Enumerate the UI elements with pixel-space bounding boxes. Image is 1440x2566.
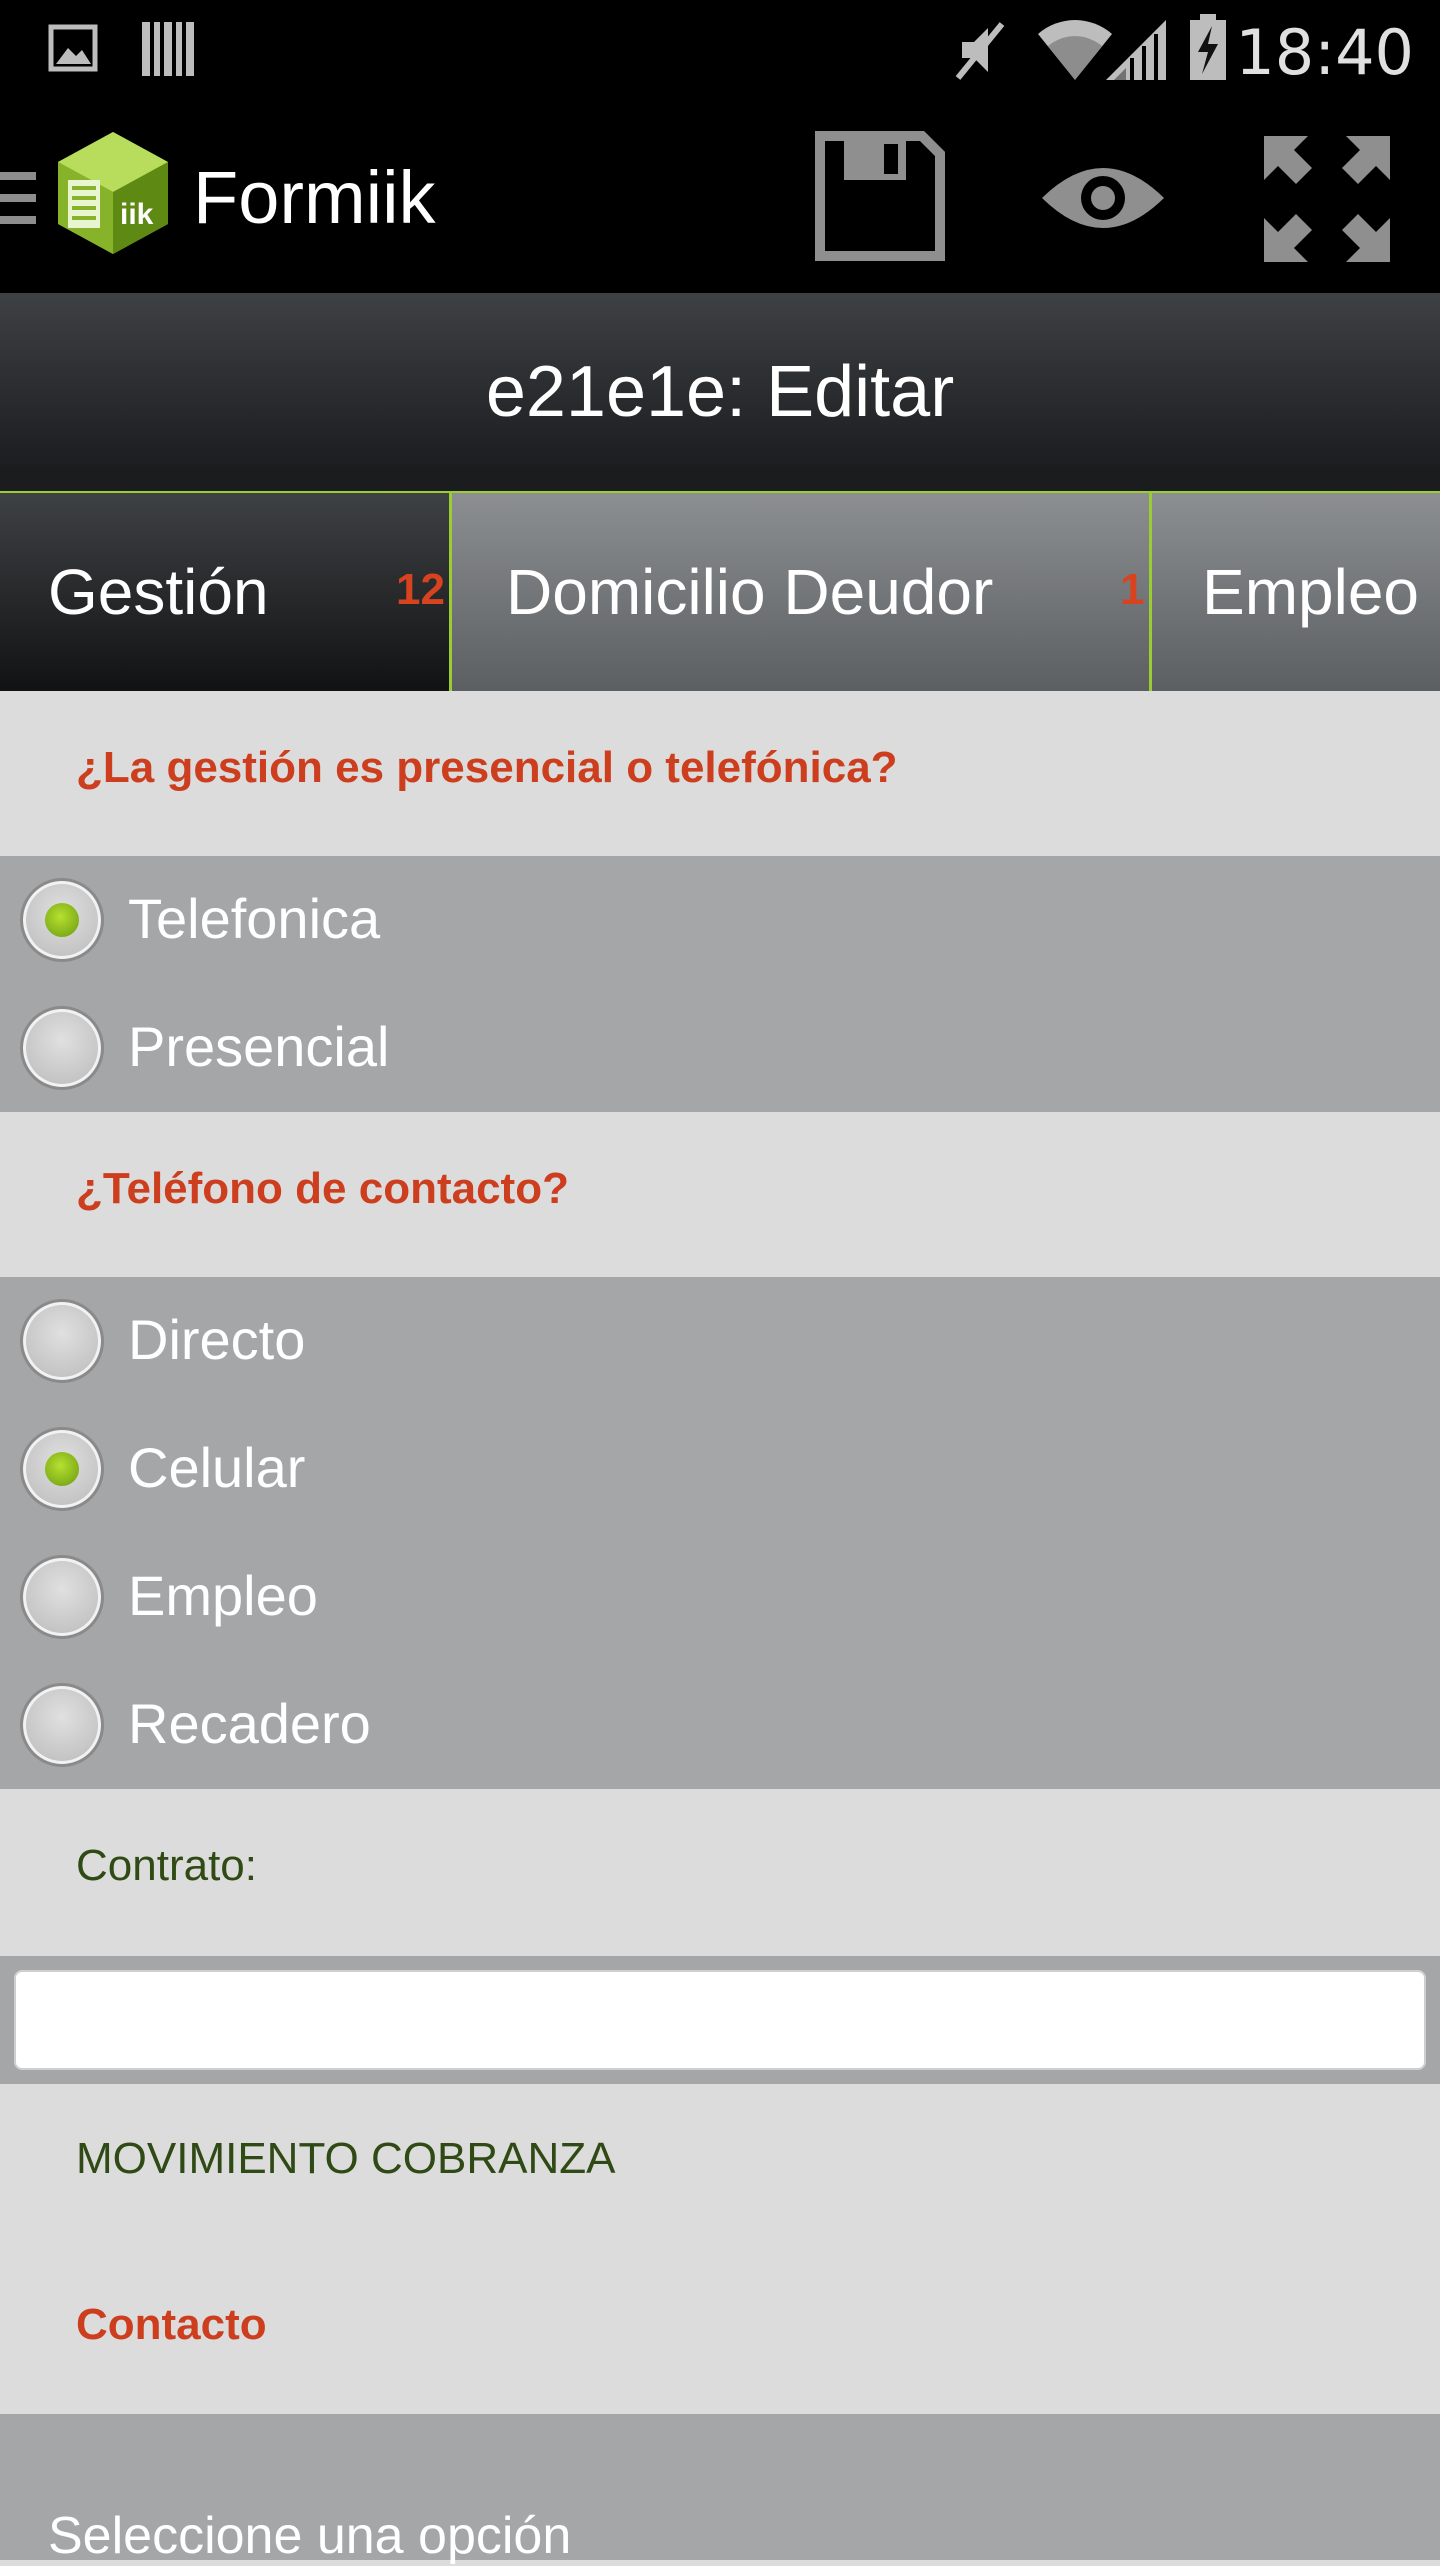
battery-charging-icon bbox=[1190, 14, 1226, 80]
radio-group: Telefonica Presencial bbox=[0, 856, 1440, 1112]
radio-option-empleo[interactable]: Empleo bbox=[0, 1533, 1440, 1661]
radio-option-celular[interactable]: Celular bbox=[0, 1405, 1440, 1533]
signal-icon bbox=[1106, 20, 1166, 80]
drawer-menu-icon[interactable] bbox=[0, 168, 40, 228]
wifi-icon bbox=[1038, 20, 1112, 80]
action-bar: iik Formiik bbox=[0, 100, 1440, 293]
tab-bar: Gestión 12 Domicilio Deudor 1 Empleo I bbox=[0, 493, 1440, 691]
svg-text:iik: iik bbox=[120, 198, 154, 231]
question-label: ¿Teléfono de contacto? bbox=[76, 1164, 569, 1213]
tab-domicilio-deudor[interactable]: Domicilio Deudor 1 bbox=[452, 493, 1152, 691]
page-title: e21e1e: Editar bbox=[0, 293, 1440, 493]
radio-label: Telefonica bbox=[128, 887, 381, 950]
radio-option-recadero[interactable]: Recadero bbox=[0, 1661, 1440, 1789]
section-heading: MOVIMIENTO COBRANZA bbox=[76, 2134, 616, 2183]
tab-badge: 1 bbox=[1120, 565, 1145, 614]
save-icon[interactable] bbox=[814, 130, 946, 262]
radio-option-directo[interactable]: Directo bbox=[0, 1277, 1440, 1405]
status-bar: 18:40 bbox=[0, 0, 1440, 100]
app-logo-icon[interactable]: iik bbox=[54, 128, 172, 258]
contrato-input[interactable] bbox=[14, 1970, 1426, 2070]
tab-label: Empleo I bbox=[1202, 556, 1440, 628]
radio-button[interactable] bbox=[20, 1683, 104, 1767]
radio-option-presencial[interactable]: Presencial bbox=[0, 984, 1440, 1112]
question-label: Contacto bbox=[76, 2300, 267, 2349]
question-label: ¿La gestión es presencial o telefónica? bbox=[76, 743, 898, 792]
radio-button[interactable] bbox=[20, 1299, 104, 1383]
radio-label: Directo bbox=[128, 1308, 306, 1371]
select-value: Seleccione una opción bbox=[48, 2507, 572, 2565]
eye-icon[interactable] bbox=[1038, 158, 1168, 238]
radio-option-telefonica[interactable]: Telefonica bbox=[0, 856, 1440, 984]
radio-label: Recadero bbox=[128, 1692, 371, 1755]
radio-button[interactable] bbox=[20, 1006, 104, 1090]
field-block: Contrato: bbox=[0, 1789, 1440, 1956]
radio-label: Empleo bbox=[128, 1564, 318, 1627]
contacto-select[interactable]: Seleccione una opción bbox=[0, 2414, 1440, 2565]
clock: 18:40 bbox=[1235, 16, 1414, 89]
radio-label: Celular bbox=[128, 1436, 306, 1499]
question-block: ¿Teléfono de contacto? bbox=[0, 1112, 1440, 1277]
radio-button[interactable] bbox=[20, 1555, 104, 1639]
radio-label: Presencial bbox=[128, 1015, 390, 1078]
image-icon bbox=[48, 24, 98, 72]
input-row bbox=[0, 1956, 1440, 2084]
tab-badge: 12 bbox=[396, 565, 445, 614]
barcode-icon bbox=[142, 22, 194, 76]
radio-button-checked[interactable] bbox=[20, 1427, 104, 1511]
tab-gestion[interactable]: Gestión 12 bbox=[0, 493, 452, 691]
tab-label: Gestión bbox=[48, 556, 269, 628]
contrato-label: Contrato: bbox=[76, 1841, 257, 1890]
fullscreen-icon[interactable] bbox=[1262, 134, 1392, 264]
tab-empleo[interactable]: Empleo I bbox=[1152, 493, 1440, 691]
mute-icon bbox=[955, 22, 1005, 80]
section-block: MOVIMIENTO COBRANZA Contacto bbox=[0, 2084, 1440, 2414]
tab-label: Domicilio Deudor bbox=[506, 556, 994, 628]
question-block: ¿La gestión es presencial o telefónica? bbox=[0, 691, 1440, 856]
radio-group: Directo Celular Empleo Recadero bbox=[0, 1277, 1440, 1789]
app-title: Formiik bbox=[193, 156, 436, 239]
radio-button-checked[interactable] bbox=[20, 878, 104, 962]
